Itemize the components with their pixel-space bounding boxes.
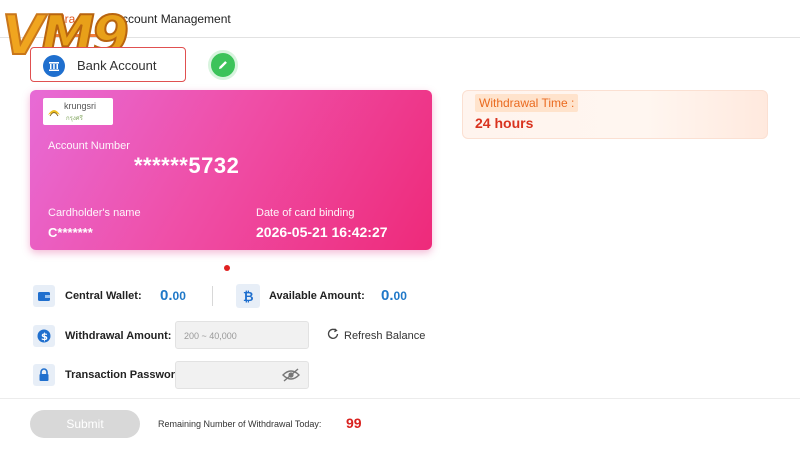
central-wallet-amount: 0.00 bbox=[160, 287, 186, 304]
bitcoin-icon: ₿ bbox=[236, 284, 260, 308]
refresh-balance-button[interactable]: Refresh Balance bbox=[344, 330, 425, 342]
bank-icon bbox=[43, 55, 65, 77]
lock-icon bbox=[33, 364, 55, 386]
withdrawal-amount-label: Withdrawal Amount: bbox=[65, 330, 172, 342]
transaction-password-label: Transaction Password: bbox=[65, 369, 186, 381]
available-amount-label: Available Amount: bbox=[269, 290, 365, 302]
withdrawal-amount-input[interactable]: 200 ~ 40,000 bbox=[175, 321, 309, 349]
cardholder-name: C******* bbox=[48, 225, 93, 240]
bank-logo: krungsri กรุงศรี bbox=[43, 98, 113, 125]
divider bbox=[212, 286, 213, 306]
refresh-icon[interactable] bbox=[326, 327, 340, 346]
withdrawal-time-label: Withdrawal Time : bbox=[475, 94, 579, 112]
edit-button[interactable] bbox=[208, 50, 238, 80]
bank-name: krungsri bbox=[64, 101, 97, 111]
remaining-withdrawals-label: Remaining Number of Withdrawal Today: bbox=[158, 419, 322, 429]
withdrawal-time-box: Withdrawal Time : 24 hours bbox=[462, 90, 768, 139]
account-number-label: Account Number bbox=[48, 140, 130, 152]
binding-date-label: Date of card binding bbox=[256, 207, 355, 219]
account-number: ******5732 bbox=[134, 153, 240, 178]
binding-date: 2026-05-21 16:42:27 bbox=[256, 224, 388, 240]
remaining-withdrawals-count: 99 bbox=[346, 415, 362, 431]
svg-text:₿: ₿ bbox=[243, 290, 254, 305]
central-wallet-label: Central Wallet: bbox=[65, 290, 142, 302]
available-amount: 0.00 bbox=[381, 287, 407, 304]
submit-button[interactable]: Submit bbox=[30, 410, 140, 438]
dollar-icon: $ bbox=[33, 325, 55, 347]
pencil-icon bbox=[219, 61, 227, 69]
bank-account-label: Bank Account bbox=[77, 58, 157, 73]
tab-account-management[interactable]: ccount Management bbox=[122, 12, 231, 26]
withdrawal-time-value: 24 hours bbox=[475, 115, 534, 131]
eye-icon[interactable] bbox=[282, 368, 300, 387]
wallet-icon bbox=[33, 285, 55, 307]
footer-divider bbox=[0, 398, 800, 399]
bank-name-thai: กรุงศรี bbox=[66, 116, 83, 122]
bank-card[interactable]: krungsri กรุงศรี Account Number ******57… bbox=[30, 90, 432, 250]
krungsri-icon bbox=[48, 110, 60, 117]
carousel-dot[interactable] bbox=[224, 265, 230, 271]
cardholder-label: Cardholder's name bbox=[48, 207, 141, 219]
svg-text:$: $ bbox=[41, 332, 48, 343]
bank-account-option[interactable]: Bank Account bbox=[30, 47, 186, 82]
